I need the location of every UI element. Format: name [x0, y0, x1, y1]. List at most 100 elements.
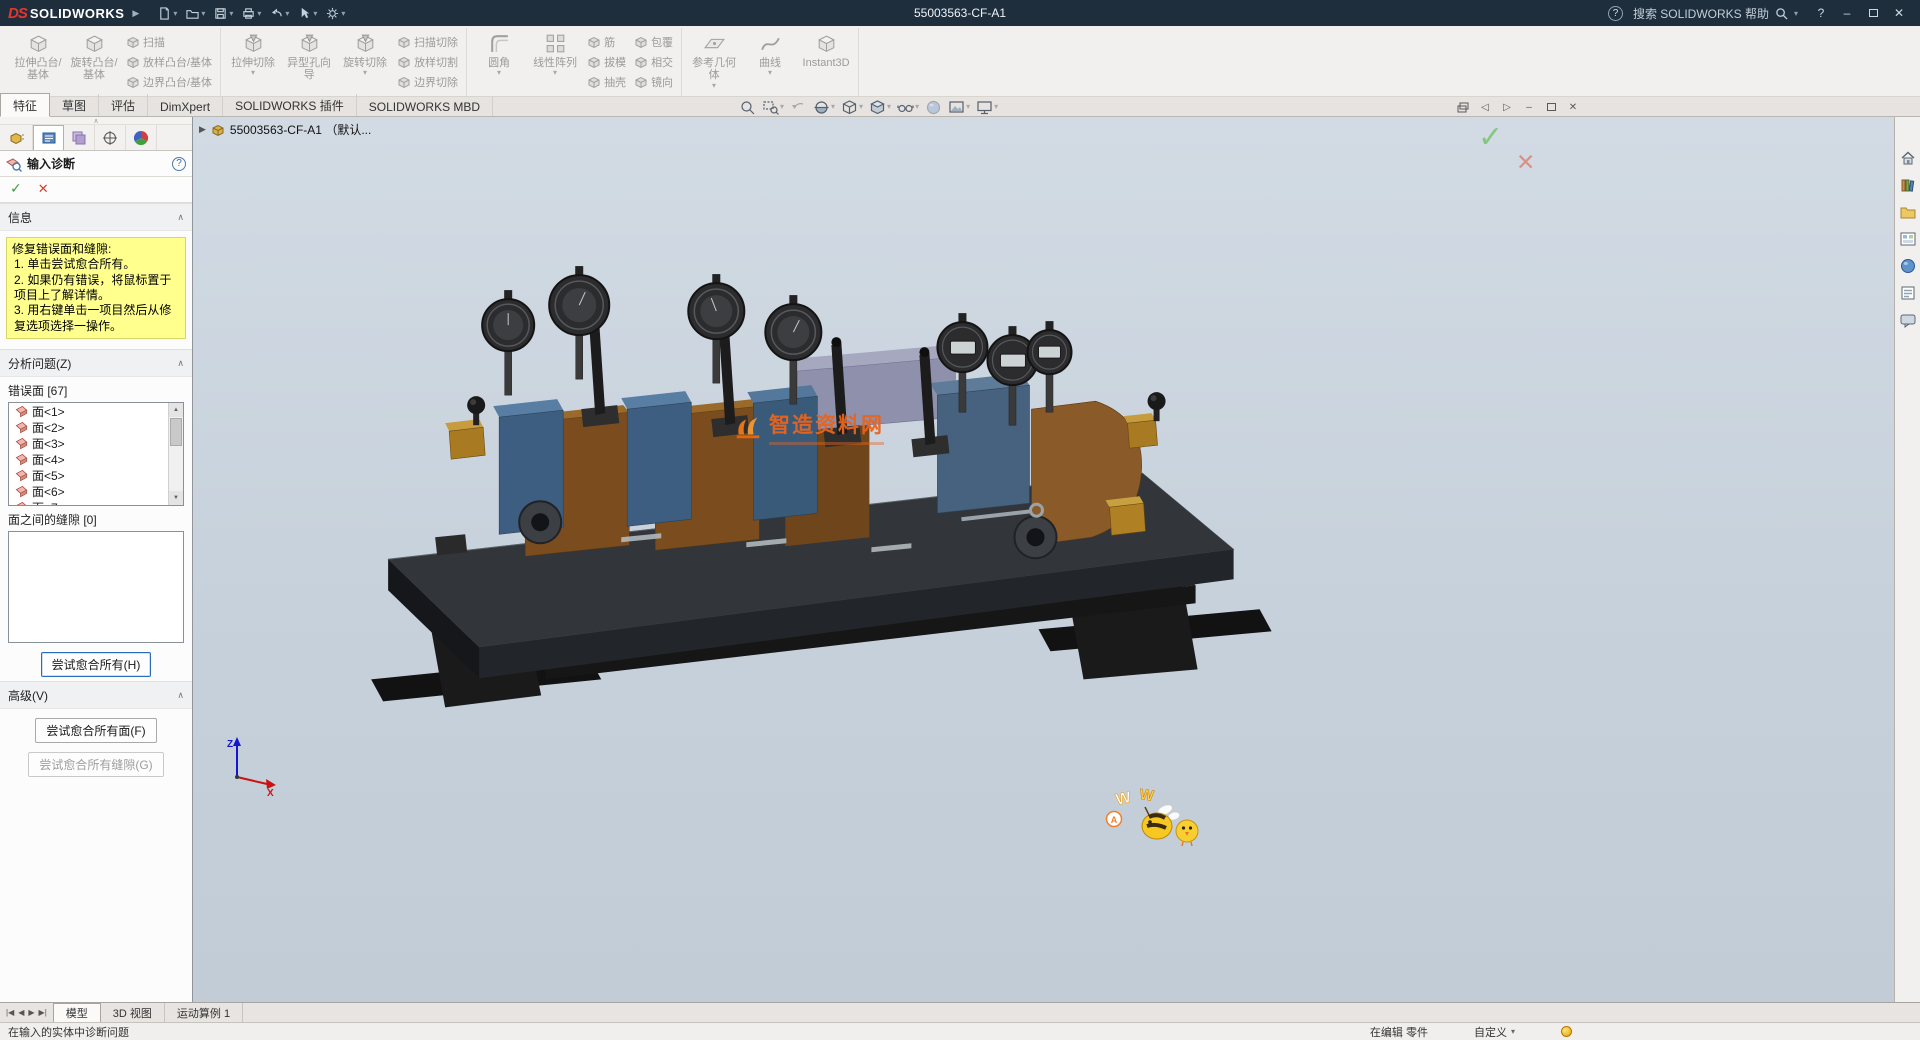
previous-tab-button[interactable]: ◀ — [18, 1008, 24, 1017]
panel-help-icon[interactable]: ? — [172, 157, 186, 171]
confirm-accept-button[interactable]: ✓ — [1478, 123, 1503, 153]
tab-dimxpert[interactable]: DimXpert — [148, 97, 223, 116]
mirror-button[interactable]: 镜向 — [634, 74, 673, 90]
heal-all-button[interactable]: 尝试愈合所有(H) — [41, 652, 152, 677]
face-item[interactable]: 面<5> — [9, 467, 168, 483]
display-style-button[interactable]: ▾ — [867, 98, 893, 117]
face-item[interactable]: 面<4> — [9, 451, 168, 467]
3d-views-tab[interactable]: 3D 视图 — [101, 1003, 165, 1022]
property-manager-tab[interactable] — [33, 125, 64, 150]
faces-list-scrollbar[interactable]: ▲ ▼ — [168, 403, 183, 505]
file-explorer-icon[interactable] — [1899, 203, 1917, 221]
zoom-fit-button[interactable] — [737, 98, 758, 117]
info-section-header[interactable]: 信息 ∧ — [0, 203, 192, 231]
undo-button[interactable]: ▾ — [267, 5, 292, 22]
face-item[interactable]: 面<2> — [9, 419, 168, 435]
configuration-manager-tab[interactable] — [64, 125, 95, 150]
previous-view-button[interactable] — [788, 98, 809, 117]
edit-appearance-button[interactable] — [923, 98, 944, 117]
print-button[interactable]: ▾ — [239, 5, 264, 22]
design-library-icon[interactable] — [1899, 176, 1917, 194]
close-button[interactable]: ✕ — [1886, 2, 1912, 24]
face-item[interactable]: 面<6> — [9, 483, 168, 499]
heal-all-gaps-button[interactable]: 尝试愈合所有缝隙(G) — [28, 752, 163, 777]
next-document-button[interactable]: ▷ — [1499, 99, 1515, 115]
curves-button[interactable]: 曲线 ▾ — [743, 28, 797, 96]
tree-expand-icon[interactable]: ▶ — [199, 124, 206, 135]
help-bubble-icon[interactable]: ? — [1608, 6, 1623, 21]
lofted-cut-button[interactable]: 放样切割 — [397, 54, 458, 70]
swept-cut-button[interactable]: 扫描切除 — [397, 34, 458, 50]
new-document-button[interactable]: ▾ — [155, 5, 180, 22]
view-settings-button[interactable]: ▾ — [974, 98, 1000, 117]
scroll-thumb[interactable] — [170, 418, 182, 446]
hole-wizard-button[interactable]: 异型孔向导 — [282, 28, 336, 96]
scroll-track[interactable] — [169, 417, 183, 491]
boundary-cut-button[interactable]: 边界切除 — [397, 74, 458, 90]
instant3d-button[interactable]: Instant3D — [799, 28, 853, 96]
face-item[interactable]: 面<1> — [9, 403, 168, 419]
dimxpert-manager-tab[interactable] — [95, 125, 126, 150]
model-tab[interactable]: 模型 — [53, 1003, 101, 1022]
wrap-button[interactable]: 包覆 — [634, 34, 673, 50]
appearances-icon[interactable] — [1899, 257, 1917, 275]
last-tab-button[interactable]: ▶| — [39, 1008, 47, 1017]
minimize-button[interactable]: – — [1834, 2, 1860, 24]
panel-ok-button[interactable]: ✓ — [10, 180, 22, 197]
doc-restore-button[interactable] — [1543, 99, 1559, 115]
first-tab-button[interactable]: |◀ — [6, 1008, 14, 1017]
select-button[interactable]: ▾ — [295, 5, 320, 22]
draft-button[interactable]: 拔模 — [587, 54, 626, 70]
model-3d[interactable] — [193, 117, 1894, 1002]
tab-features[interactable]: 特征 — [0, 93, 50, 117]
options-button[interactable]: ▾ — [323, 5, 348, 22]
tab-evaluate[interactable]: 评估 — [99, 94, 148, 116]
zoom-area-button[interactable]: ▾ — [760, 98, 786, 117]
display-manager-tab[interactable] — [126, 125, 157, 150]
confirm-cancel-button[interactable]: ✕ — [1516, 151, 1535, 174]
app-help-button[interactable]: ? — [1808, 2, 1834, 24]
scroll-up-icon[interactable]: ▲ — [169, 403, 183, 417]
next-tab-button[interactable]: ▶ — [28, 1008, 34, 1017]
section-view-button[interactable]: ▾ — [811, 98, 837, 117]
customize-menu[interactable]: 自定义 ▾ — [1474, 1024, 1515, 1040]
reference-geometry-button[interactable]: 参考几何体 ▾ — [687, 28, 741, 96]
extruded-cut-button[interactable]: 拉伸切除 ▾ — [226, 28, 280, 96]
loft-boss-button[interactable]: 放样凸台/基体 — [126, 54, 212, 70]
faulty-faces-list[interactable]: 面<1> 面<2> 面<3> 面<4> 面<5> 面<6> 面<7> ▲ ▼ — [8, 402, 184, 506]
forum-icon[interactable] — [1899, 311, 1917, 329]
heal-all-faces-button[interactable]: 尝试愈合所有面(F) — [35, 718, 156, 743]
home-icon[interactable] — [1899, 149, 1917, 167]
window-cascade-icon[interactable] — [1455, 99, 1471, 115]
shell-button[interactable]: 抽壳 — [587, 74, 626, 90]
doc-minimize-button[interactable]: – — [1521, 99, 1537, 115]
revolve-boss-button[interactable]: 旋转凸台/基体 — [67, 28, 121, 96]
view-orientation-button[interactable]: ▾ — [839, 98, 865, 117]
feature-manager-tab[interactable] — [2, 125, 33, 150]
menu-expand-arrow[interactable]: ▶ — [132, 8, 139, 19]
linear-pattern-button[interactable]: 线性阵列 ▾ — [528, 28, 582, 96]
revolved-cut-button[interactable]: 旋转切除 ▾ — [338, 28, 392, 96]
open-document-button[interactable]: ▾ — [183, 5, 208, 22]
face-item[interactable]: 面<3> — [9, 435, 168, 451]
fillet-button[interactable]: 圆角 ▾ — [472, 28, 526, 96]
panel-cancel-button[interactable]: ✕ — [38, 181, 49, 197]
hide-show-items-button[interactable]: ▾ — [895, 98, 921, 117]
boundary-boss-button[interactable]: 边界凸台/基体 — [126, 74, 212, 90]
previous-document-button[interactable]: ◁ — [1477, 99, 1493, 115]
search-help-box[interactable]: 搜索 SOLIDWORKS 帮助 ▾ — [1633, 5, 1798, 22]
tab-sketch[interactable]: 草图 — [50, 94, 99, 116]
tab-solidworks-mbd[interactable]: SOLIDWORKS MBD — [357, 97, 493, 116]
extrude-boss-button[interactable]: 拉伸凸台/基体 — [11, 28, 65, 96]
face-item[interactable]: 面<7> — [9, 499, 168, 506]
sweep-button[interactable]: 扫描 — [126, 34, 212, 50]
analyze-section-header[interactable]: 分析问题(Z) ∧ — [0, 349, 192, 377]
maximize-button[interactable] — [1860, 2, 1886, 24]
rib-button[interactable]: 筋 — [587, 34, 626, 50]
save-button[interactable]: ▾ — [211, 5, 236, 22]
gaps-list[interactable] — [8, 531, 184, 643]
intersect-button[interactable]: 相交 — [634, 54, 673, 70]
graphics-area[interactable]: ▶ 55003563-CF-A1 （默认... ✓ ✕ 智 — [193, 117, 1894, 1002]
doc-close-button[interactable]: ✕ — [1565, 99, 1581, 115]
tab-solidworks-addins[interactable]: SOLIDWORKS 插件 — [223, 94, 357, 116]
